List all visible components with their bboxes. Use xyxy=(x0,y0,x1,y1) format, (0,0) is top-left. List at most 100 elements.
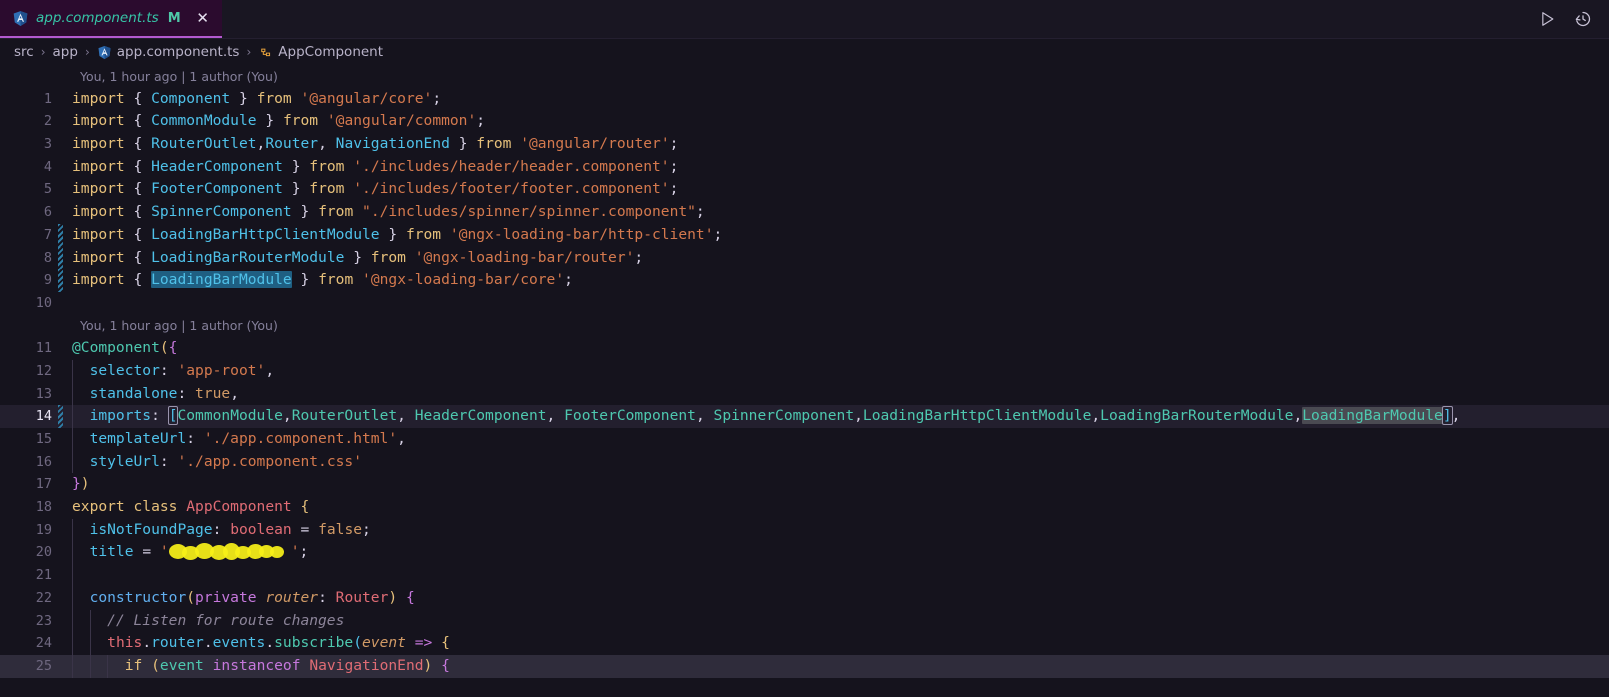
code-line-content: import { CommonModule } from '@angular/c… xyxy=(72,112,486,130)
line-number: 25 xyxy=(35,657,52,674)
code-line[interactable]: 2 import { CommonModule } from '@angular… xyxy=(0,110,1609,133)
code-line-content: styleUrl: './app.component.css' xyxy=(72,450,1609,474)
code-line[interactable]: 16 styleUrl: './app.component.css' xyxy=(0,450,1609,474)
tab-app-component-ts[interactable]: app.component.ts M ✕ xyxy=(0,0,222,38)
diff-gutter-marker xyxy=(58,133,63,156)
code-line-content: export class AppComponent { xyxy=(72,498,310,516)
code-line-content: import { LoadingBarRouterModule } from '… xyxy=(72,248,644,266)
bracket-match-close: ] xyxy=(1441,406,1453,426)
diff-gutter-marker xyxy=(58,156,63,179)
diff-gutter-marker xyxy=(58,201,63,224)
line-number: 23 xyxy=(35,612,52,629)
code-line-content: isNotFoundPage: boolean = false; xyxy=(72,518,1609,542)
line-number: 20 xyxy=(35,544,52,561)
code-line-selected[interactable]: 25 if (event instanceof NavigationEnd) { xyxy=(0,654,1609,678)
breadcrumb: src › app › app.component.ts › AppCompon… xyxy=(0,39,1609,65)
code-line-content: templateUrl: './app.component.html', xyxy=(72,428,1609,451)
line-number: 22 xyxy=(35,589,52,606)
line-number: 18 xyxy=(35,499,52,516)
code-line[interactable]: 10 xyxy=(0,292,1609,315)
code-line-content: // Listen for route changes xyxy=(72,609,1609,633)
code-line-content: if (event instanceof NavigationEnd) { xyxy=(72,654,1609,678)
code-line-redacted[interactable]: 20 title = ' '; xyxy=(0,541,1609,565)
line-number: 19 xyxy=(35,521,52,538)
code-line[interactable]: 23 // Listen for route changes xyxy=(0,609,1609,633)
code-line-content: }) xyxy=(72,475,90,493)
line-number: 3 xyxy=(43,136,52,153)
line-number: 8 xyxy=(43,249,52,266)
tab-label: app.component.ts xyxy=(36,10,159,26)
code-line-content: import { LoadingBarHttpClientModule } fr… xyxy=(72,225,723,243)
line-number: 1 xyxy=(43,90,52,107)
code-line-content: import { SpinnerComponent } from "./incl… xyxy=(72,203,705,221)
code-line[interactable]: 5 import { FooterComponent } from './inc… xyxy=(0,178,1609,201)
breadcrumb-label: app.component.ts xyxy=(116,44,240,60)
diff-gutter-marker xyxy=(58,88,63,111)
diff-gutter-marker xyxy=(58,405,63,428)
code-line[interactable]: 24 this.router.events.subscribe(event =>… xyxy=(0,632,1609,655)
code-line-active[interactable]: 14 imports: [CommonModule,RouterOutlet, … xyxy=(0,405,1609,428)
code-line[interactable]: 19 isNotFoundPage: boolean = false; xyxy=(0,518,1609,542)
code-line[interactable]: 7 import { LoadingBarHttpClientModule } … xyxy=(0,223,1609,247)
breadcrumb-label: app xyxy=(52,44,78,60)
run-icon[interactable] xyxy=(1537,9,1557,29)
code-line[interactable]: 4 import { HeaderComponent } from './inc… xyxy=(0,156,1609,179)
code-line[interactable]: 13 standalone: true, xyxy=(0,382,1609,406)
line-number: 12 xyxy=(35,362,52,379)
breadcrumb-separator: › xyxy=(246,45,252,59)
code-line[interactable]: 12 selector: 'app-root', xyxy=(0,359,1609,383)
diff-gutter-marker xyxy=(58,541,63,564)
code-editor[interactable]: You, 1 hour ago | 1 author (You) 1 impor… xyxy=(0,65,1609,697)
diff-gutter-marker xyxy=(58,360,63,383)
code-line[interactable]: 21 xyxy=(0,564,1609,587)
code-line[interactable]: 6 import { SpinnerComponent } from "./in… xyxy=(0,201,1609,224)
line-number: 15 xyxy=(35,431,52,447)
diff-gutter-marker xyxy=(58,269,63,292)
line-number: 10 xyxy=(35,294,52,311)
diff-gutter-marker xyxy=(58,496,63,519)
code-line-content: selector: 'app-root', xyxy=(72,359,1609,383)
git-blame-annotation-top: You, 1 hour ago | 1 author (You) xyxy=(80,68,278,84)
code-line[interactable]: 1 import { Component } from '@angular/co… xyxy=(0,88,1609,111)
breadcrumb-item-app[interactable]: app xyxy=(53,44,78,60)
code-line[interactable]: 8 import { LoadingBarRouterModule } from… xyxy=(0,246,1609,270)
code-line-content: standalone: true, xyxy=(72,382,1609,406)
diff-gutter-marker xyxy=(58,110,63,133)
code-line[interactable]: 3 import { RouterOutlet,Router, Navigati… xyxy=(0,133,1609,156)
code-line[interactable]: 17 }) xyxy=(0,473,1609,496)
code-line[interactable]: 9 import { LoadingBarModule } from '@ngx… xyxy=(0,269,1609,292)
line-number: 7 xyxy=(43,226,52,243)
code-line[interactable]: 22 constructor(private router: Router) { xyxy=(0,586,1609,610)
diff-gutter-marker xyxy=(58,223,63,247)
occurrence-highlight-word: LoadingBarModule xyxy=(1302,407,1443,425)
code-line-content xyxy=(72,564,1609,587)
tab-bar-empty-space xyxy=(222,0,1537,38)
code-line[interactable]: 11 @Component({ xyxy=(0,337,1609,360)
code-line-content: import { RouterOutlet,Router, Navigation… xyxy=(72,135,679,153)
git-blame-annotation-mid: You, 1 hour ago | 1 author (You) xyxy=(80,318,278,334)
diff-gutter-marker xyxy=(58,246,63,270)
line-number: 9 xyxy=(43,272,52,289)
diff-gutter-marker xyxy=(58,292,63,315)
breadcrumb-item-symbol[interactable]: AppComponent xyxy=(258,44,383,60)
code-line[interactable]: 15 templateUrl: './app.component.html', xyxy=(0,428,1609,451)
breadcrumb-label: AppComponent xyxy=(278,44,384,60)
line-number: 24 xyxy=(35,635,52,652)
line-number: 21 xyxy=(35,567,52,584)
breadcrumb-item-src[interactable]: src xyxy=(14,44,34,60)
timeline-history-icon[interactable] xyxy=(1573,9,1593,29)
breadcrumb-item-file[interactable]: app.component.ts xyxy=(97,44,240,60)
diff-gutter-marker xyxy=(58,632,63,655)
line-number: 17 xyxy=(35,476,52,493)
breadcrumb-separator: › xyxy=(40,45,46,59)
line-number: 2 xyxy=(43,113,52,130)
code-line-content: this.router.events.subscribe(event => { xyxy=(72,632,1609,655)
code-line-content: import { HeaderComponent } from './inclu… xyxy=(72,157,679,175)
code-line[interactable]: 18 export class AppComponent { xyxy=(0,496,1609,519)
diff-gutter-marker xyxy=(58,473,63,496)
close-icon[interactable]: ✕ xyxy=(194,9,212,27)
redaction-scribble xyxy=(168,543,291,561)
line-number: 4 xyxy=(43,158,52,175)
code-line-content: import { LoadingBarModule } from '@ngx-l… xyxy=(72,271,573,289)
diff-gutter-marker xyxy=(58,564,63,587)
